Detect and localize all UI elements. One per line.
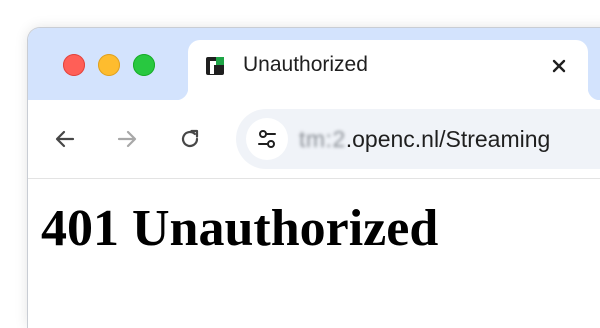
tab-strip: Unauthorized <box>28 28 600 100</box>
f-logo-icon <box>205 56 225 76</box>
close-tab-button[interactable] <box>546 53 572 79</box>
minimize-window-button[interactable] <box>98 54 120 76</box>
forward-button[interactable] <box>110 122 144 156</box>
url-obscured-host: tm:2 <box>299 126 346 152</box>
close-icon <box>552 59 566 73</box>
url-visible-part: .openc.nl/Streaming <box>345 126 551 152</box>
site-info-button[interactable] <box>246 118 288 160</box>
zoom-window-button[interactable] <box>133 54 155 76</box>
browser-toolbar: tm:2.openc.nl/Streaming <box>28 100 600 178</box>
browser-window: Unauthorized tm:2.openc.nl/Streaming 401… <box>28 28 600 328</box>
url-text[interactable]: tm:2.openc.nl/Streaming <box>299 126 550 153</box>
reload-icon <box>181 129 199 148</box>
tune-icon <box>258 130 276 148</box>
back-button[interactable] <box>48 122 82 156</box>
reload-button[interactable] <box>173 122 207 156</box>
page-heading: 401 Unauthorized <box>41 200 439 257</box>
arrow-left-icon <box>55 130 75 148</box>
page-content: 401 Unauthorized <box>28 178 600 328</box>
close-window-button[interactable] <box>63 54 85 76</box>
tab-title: Unauthorized <box>243 53 368 76</box>
arrow-right-icon <box>117 130 137 148</box>
tab-unauthorized[interactable]: Unauthorized <box>176 40 600 100</box>
address-bar[interactable]: tm:2.openc.nl/Streaming <box>236 109 600 169</box>
